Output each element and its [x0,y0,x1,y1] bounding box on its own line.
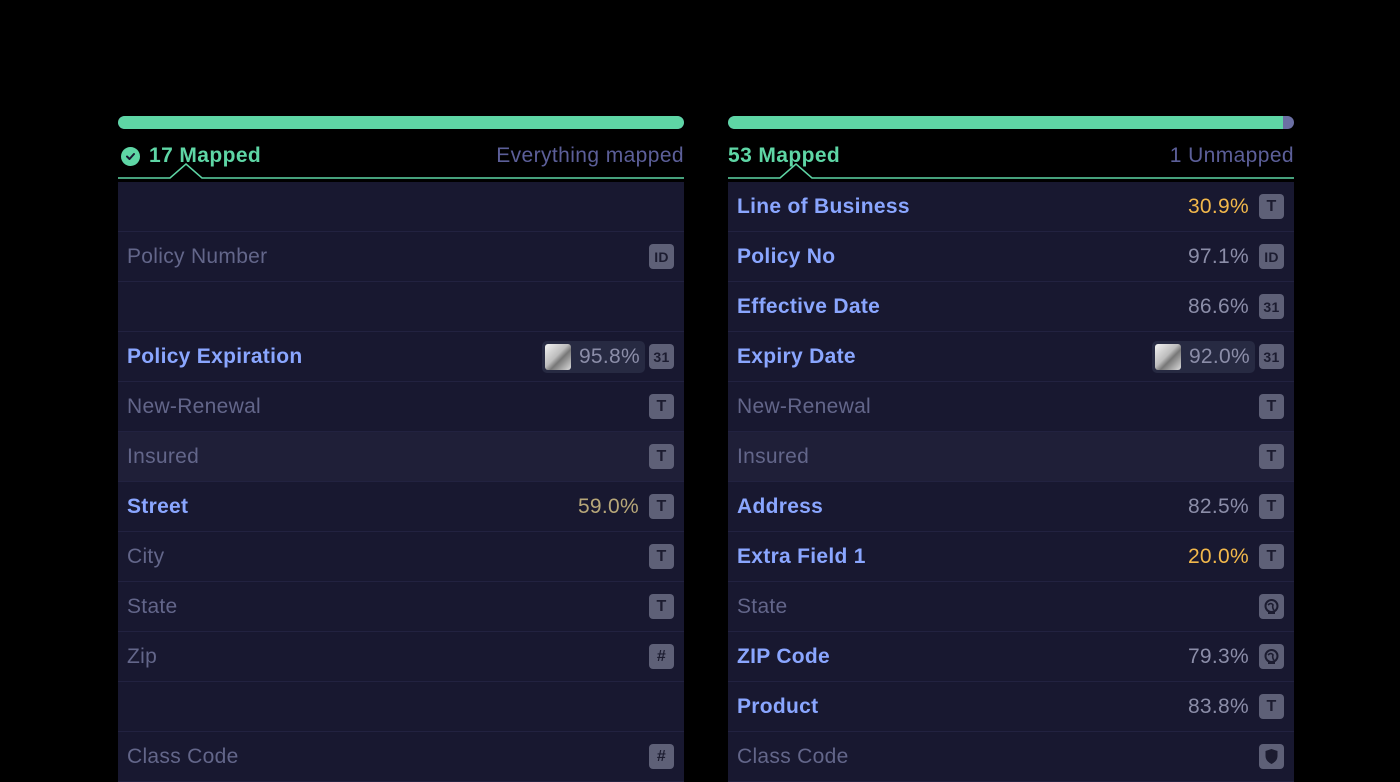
calendar-type-icon: 31 [1259,344,1284,369]
confidence-percent: 20.0% [1187,544,1249,568]
field-row[interactable]: Insured T [118,432,684,482]
field-row [118,282,684,332]
field-label: Zip [127,644,158,668]
field-label: Policy No [737,244,836,268]
source-preview-chip[interactable]: 92.0% [1151,340,1255,373]
text-type-icon: T [1259,194,1284,219]
document-thumbnail-icon [1154,343,1181,370]
mapping-progress-fill [118,116,684,129]
confidence-percent: 86.6% [1187,294,1249,318]
id-type-icon: ID [649,244,674,269]
tab-indicator-divider [118,163,684,182]
field-list: Line of Business 30.9% T Policy No 97.1% ID Ef… [728,182,1294,782]
shield-type-icon [1259,744,1284,769]
mapping-progress-bar [728,116,1294,129]
field-row[interactable]: Policy No 97.1% ID [728,232,1294,282]
field-row[interactable]: Extra Field 1 20.0% T [728,532,1294,582]
field-label: Effective Date [737,294,881,318]
field-label: State [127,594,178,618]
field-row[interactable]: Policy Number ID [118,232,684,282]
field-label: City [127,544,165,568]
field-row[interactable]: Class Code # [118,732,684,782]
field-label: State [737,594,788,618]
field-label: New-Renewal [737,394,872,418]
confidence-percent: 82.5% [1187,494,1249,518]
field-label: Street [127,494,189,518]
field-row[interactable]: Line of Business 30.9% T [728,182,1294,232]
field-list: Policy Number ID Policy Expiration 95.8% 31 N… [118,182,684,782]
text-type-icon: T [1259,494,1284,519]
number-type-icon: # [649,644,674,669]
field-label: Expiry Date [737,344,856,368]
globe-type-icon [1259,644,1284,669]
field-label: Extra Field 1 [737,544,866,568]
field-label: Address [737,494,824,518]
field-label: Class Code [127,744,239,768]
field-row[interactable]: Zip # [118,632,684,682]
field-label: Policy Expiration [127,344,303,368]
left-mapping-panel: 17 Mapped Everything mapped Policy Numbe… [118,116,684,782]
number-type-icon: # [649,744,674,769]
field-row[interactable]: State [728,582,1294,632]
field-label: Line of Business [737,194,910,218]
calendar-type-icon: 31 [1259,294,1284,319]
text-type-icon: T [649,444,674,469]
field-label: Insured [737,444,810,468]
document-thumbnail-icon [544,343,571,370]
text-type-icon: T [649,544,674,569]
text-type-icon: T [1259,694,1284,719]
text-type-icon: T [1259,444,1284,469]
text-type-icon: T [1259,394,1284,419]
id-type-icon: ID [1259,244,1284,269]
confidence-percent: 97.1% [1187,244,1249,268]
field-label: Product [737,694,819,718]
confidence-percent: 30.9% [1187,194,1249,218]
field-row[interactable]: State T [118,582,684,632]
globe-type-icon [1259,594,1284,619]
text-type-icon: T [649,394,674,419]
field-row[interactable]: ZIP Code 79.3% [728,632,1294,682]
source-preview-chip[interactable]: 95.8% [541,340,645,373]
field-row[interactable]: Insured T [728,432,1294,482]
mapping-progress-fill [728,116,1283,129]
text-type-icon: T [649,494,674,519]
field-row [118,182,684,232]
field-label: New-Renewal [127,394,262,418]
field-label: Insured [127,444,200,468]
field-row[interactable]: Class Code [728,732,1294,782]
confidence-percent: 83.8% [1187,694,1249,718]
field-row[interactable]: Product 83.8% T [728,682,1294,732]
field-row[interactable]: Expiry Date 92.0% 31 [728,332,1294,382]
field-label: Class Code [737,744,849,768]
field-row[interactable]: Street 59.0% T [118,482,684,532]
confidence-percent: 92.0% [1188,344,1250,368]
right-mapping-panel: 53 Mapped 1 Unmapped Line of Business 30.… [728,116,1294,782]
confidence-percent: 95.8% [578,344,640,368]
text-type-icon: T [1259,544,1284,569]
field-row[interactable]: Address 82.5% T [728,482,1294,532]
field-label: ZIP Code [737,644,831,668]
field-row[interactable]: Policy Expiration 95.8% 31 [118,332,684,382]
field-row[interactable]: New-Renewal T [118,382,684,432]
field-row[interactable]: City T [118,532,684,582]
text-type-icon: T [649,594,674,619]
mapping-progress-bar [118,116,684,129]
field-label: Policy Number [127,244,268,268]
field-row[interactable]: Effective Date 86.6% 31 [728,282,1294,332]
field-row [118,682,684,732]
field-row[interactable]: New-Renewal T [728,382,1294,432]
calendar-type-icon: 31 [649,344,674,369]
tab-indicator-divider [728,163,1294,182]
confidence-percent: 59.0% [577,494,639,518]
confidence-percent: 79.3% [1187,644,1249,668]
